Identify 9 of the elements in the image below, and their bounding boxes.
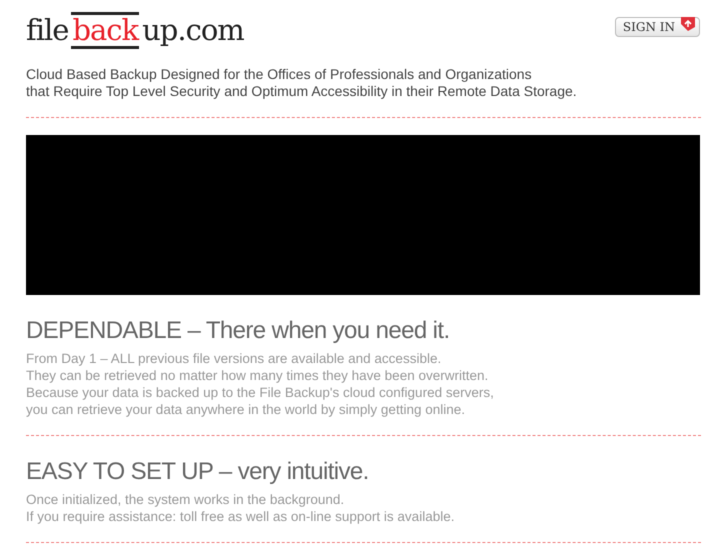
logo[interactable]: filebackup.com bbox=[26, 12, 244, 49]
section-text: From Day 1 – ALL previous file versions are available and accessible. They can be retrieved no matter how many times they have been overwritten. Because your data is backed up to the File Backup's cloud configured servers, you can retrieve your data anywhere in the world by simply getting online. bbox=[26, 350, 495, 418]
section-text: Once initialized, the system works in the background. If you require assistance: toll free as well as on-line support is available. bbox=[26, 491, 456, 525]
tagline: Cloud Based Backup Designed for the Offices of Professionals and Organizations that Require Top Level Security and Optimum Accessibility in their Remote Data Storage. bbox=[26, 66, 578, 100]
arrow-icon bbox=[679, 15, 697, 33]
section-heading: DEPENDABLE – There when you need it. bbox=[26, 317, 451, 345]
video-player[interactable] bbox=[26, 135, 700, 295]
section-heading: EASY TO SET UP – very intuitive. bbox=[26, 458, 370, 486]
sign-in-button[interactable]: SIGN IN bbox=[614, 17, 700, 37]
